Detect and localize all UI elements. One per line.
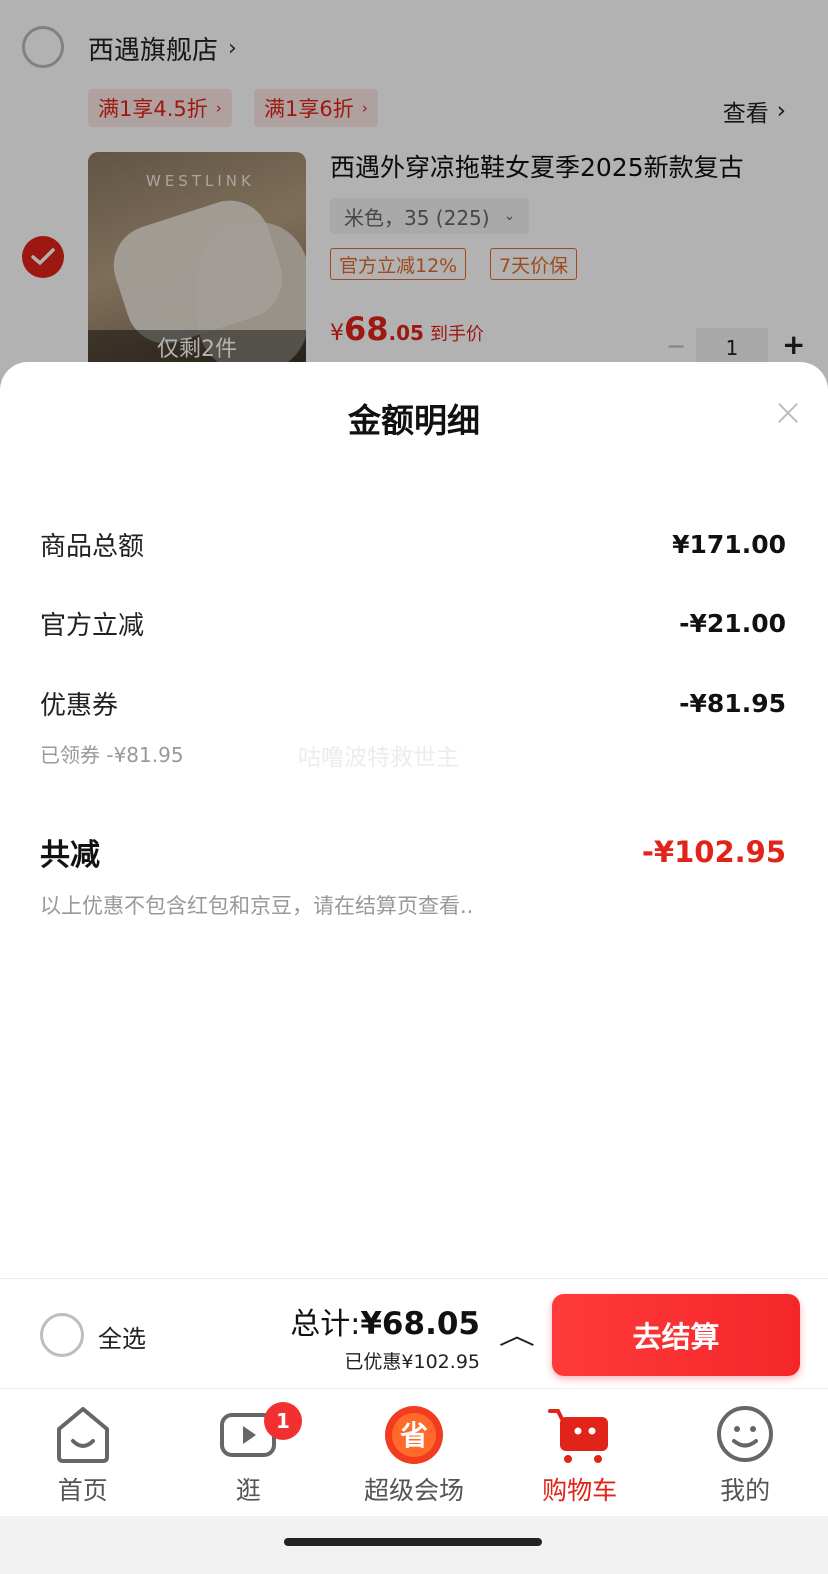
total-line: 总计: ¥68.05 bbox=[290, 1299, 480, 1343]
cart-icon bbox=[547, 1403, 612, 1465]
sheet-title: 金额明细 bbox=[348, 401, 480, 440]
tab-label: 逛 bbox=[235, 1476, 261, 1505]
row-label: 官方立减 bbox=[40, 611, 145, 641]
tab-browse[interactable]: 逛 bbox=[166, 1389, 332, 1516]
tab-super-venue[interactable]: 省 超级会场 bbox=[331, 1389, 497, 1516]
bottom-tab-bar: 首页 逛 省 超级会场 购物车 我的 bbox=[0, 1388, 828, 1516]
detail-row-goods-total: 商品总额 ¥171.00 bbox=[40, 526, 786, 563]
tab-cart[interactable]: 购物车 bbox=[497, 1389, 663, 1516]
watermark: 咕噜波特救世主 bbox=[298, 745, 459, 771]
detail-row-coupon: 优惠券 -¥81.95 bbox=[40, 685, 786, 722]
row-value: -¥81.95 bbox=[679, 689, 786, 718]
total-value: -¥102.95 bbox=[641, 835, 786, 869]
row-value: ¥171.00 bbox=[672, 530, 786, 559]
total-amount: ¥68.05 bbox=[360, 1306, 480, 1342]
checkout-button[interactable]: 去结算 bbox=[552, 1294, 800, 1376]
checkout-bar: 全选 总计: ¥68.05 已优惠¥102.95 ︿ 去结算 bbox=[0, 1278, 828, 1388]
select-all-radio[interactable] bbox=[40, 1313, 84, 1357]
tab-me[interactable]: 我的 bbox=[662, 1389, 828, 1516]
super-venue-icon: 省 bbox=[382, 1403, 446, 1465]
home-indicator[interactable] bbox=[284, 1538, 542, 1546]
tab-label: 我的 bbox=[720, 1476, 771, 1505]
row-value: -¥21.00 bbox=[679, 609, 786, 638]
chevron-up-icon[interactable]: ︿ bbox=[499, 1315, 535, 1352]
detail-row-official-discount: 官方立减 -¥21.00 bbox=[40, 605, 786, 642]
total-prefix: 总计: bbox=[290, 1307, 361, 1342]
tab-home[interactable]: 首页 bbox=[0, 1389, 166, 1516]
tab-label: 购物车 bbox=[542, 1476, 618, 1505]
coupon-sub-note: 已领券 -¥81.95 bbox=[40, 743, 184, 767]
tab-label: 超级会场 bbox=[363, 1476, 464, 1505]
svg-text:省: 省 bbox=[400, 1419, 428, 1452]
total-discount-row: 共减 -¥102.95 bbox=[40, 830, 786, 874]
row-label: 优惠券 bbox=[40, 691, 119, 721]
total-label: 共减 bbox=[40, 838, 100, 873]
home-icon bbox=[51, 1403, 115, 1465]
notification-badge: 1 bbox=[264, 1402, 302, 1440]
profile-icon bbox=[713, 1403, 777, 1465]
row-label: 商品总额 bbox=[40, 532, 145, 562]
close-icon[interactable]: × bbox=[768, 392, 808, 432]
saved-amount: 已优惠¥102.95 bbox=[344, 1351, 480, 1373]
tab-label: 首页 bbox=[57, 1476, 108, 1505]
select-all-label[interactable]: 全选 bbox=[98, 1319, 146, 1354]
discount-note: 以上优惠不包含红包和京豆，请在结算页查看.. bbox=[40, 894, 474, 918]
